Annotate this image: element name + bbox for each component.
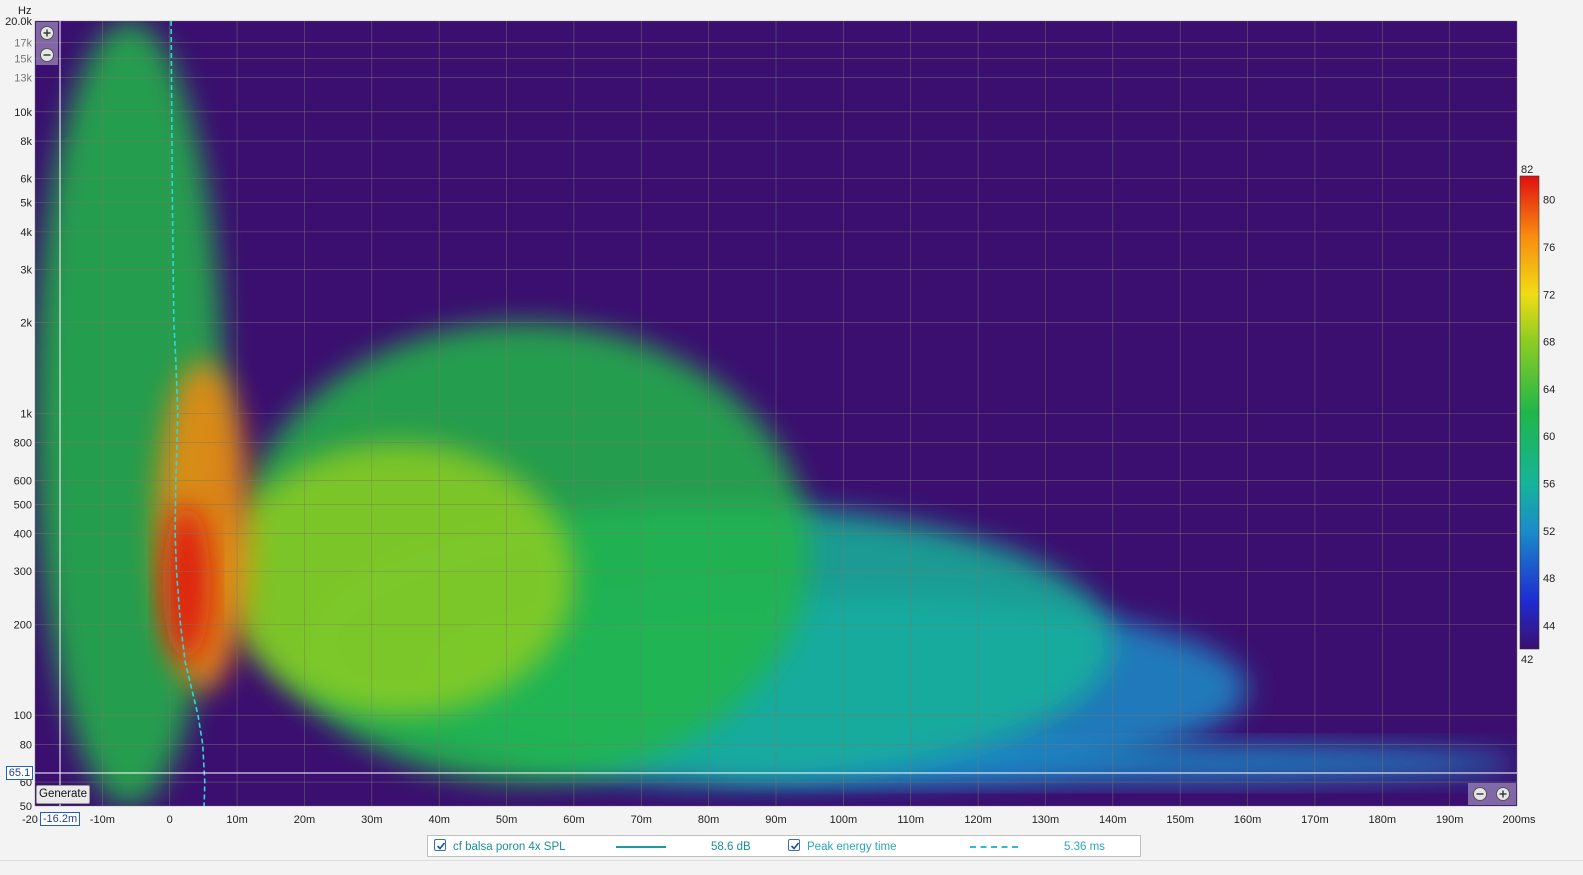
x-tick-label: 10m (226, 814, 247, 826)
x-tick-label: -10m (90, 814, 115, 826)
colorbar-tick-label: 44 (1543, 620, 1555, 632)
zoom-out-horizontal-button[interactable] (1473, 787, 1487, 801)
y-tick-label: 400 (14, 529, 32, 541)
colorbar-tick-label: 42 (1521, 654, 1533, 666)
y-tick-label: 1k (20, 409, 32, 421)
x-tick-label: 60m (563, 814, 584, 826)
y-tick-label: 10k (14, 107, 32, 119)
series-1-value: 58.6 dB (711, 841, 751, 853)
colorbar: 42 44 48 52 56 60 64 68 72 76 80 82 (1519, 164, 1555, 666)
colorbar-tick-label: 72 (1543, 289, 1555, 301)
generate-button[interactable]: Generate (36, 785, 90, 804)
y-tick-label: 2k (20, 318, 32, 330)
series-2-checkbox[interactable] (788, 839, 800, 851)
colorbar-tick-label: 52 (1543, 526, 1555, 538)
y-tick-label: 8k (20, 136, 32, 148)
x-tick-label: 90m (765, 814, 786, 826)
x-tick-label: 70m (631, 814, 652, 826)
x-tick-label: 200ms (1502, 814, 1536, 826)
colorbar-tick-label: 80 (1543, 195, 1555, 207)
zoom-in-horizontal-button[interactable] (1496, 787, 1510, 801)
zoom-in-vertical-button[interactable] (40, 26, 54, 40)
x-tick-label: 30m (361, 814, 382, 826)
status-bar (0, 860, 1583, 875)
x-tick-label: 190m (1436, 814, 1464, 826)
zoom-panel-vertical (36, 22, 58, 65)
colorbar-tick-label: 64 (1543, 384, 1555, 396)
y-axis-unit-label: Hz (18, 5, 31, 17)
y-tick-label: 6k (20, 174, 32, 186)
series-1-line-sample (616, 846, 666, 848)
series-2-value: 5.36 ms (1064, 841, 1105, 853)
series-2-label: Peak energy time (807, 841, 897, 853)
y-tick-label: 50 (20, 801, 32, 813)
x-tick-label: 100m (830, 814, 858, 826)
y-axis-ticks: 20.0k 17k 15k 13k 10k 8k 6k 5k 4k 3k 2k 1k 800 600 500… (5, 16, 32, 813)
zoom-out-vertical-button[interactable] (40, 48, 54, 62)
y-tick-label: 17k (14, 37, 32, 49)
x-tick-label: 110m (897, 814, 924, 826)
y-tick-label: 200 (14, 619, 32, 631)
legend: cf balsa poron 4x SPL 58.6 dB Peak energ… (427, 835, 1141, 857)
x-tick-label: 160m (1234, 814, 1262, 826)
x-tick-label: 0 (167, 814, 173, 826)
y-tick-label: 5k (20, 198, 32, 210)
y-tick-label: 800 (14, 438, 32, 450)
checkmark-icon (436, 842, 446, 850)
colorbar-tick-label: 82 (1521, 164, 1533, 176)
colorbar-tick-label: 76 (1543, 242, 1555, 254)
x-tick-label: -20 (22, 814, 38, 826)
x-tick-label: 120m (964, 814, 992, 826)
colorbar-tick-label: 68 (1543, 337, 1555, 349)
y-tick-label: 20.0k (5, 16, 32, 28)
zoom-panel-horizontal (1468, 783, 1516, 805)
cursor-y-readout: 65.1 (6, 766, 33, 780)
checkmark-icon (790, 842, 800, 850)
spectrogram-chart: -20 -10m 0 10m 20m 30m 40m 50m 60m 70m 80m 90m 100m 1… (5, 5, 1555, 826)
y-tick-label: 300 (14, 566, 32, 578)
x-tick-label: 50m (496, 814, 517, 826)
series-1-checkbox[interactable] (434, 839, 446, 851)
series-1-label: cf balsa poron 4x SPL (453, 841, 566, 853)
colorbar-tick-label: 48 (1543, 573, 1555, 585)
colorbar-gradient (1519, 175, 1540, 650)
colorbar-tick-label: 56 (1543, 478, 1555, 490)
y-tick-label: 3k (20, 265, 32, 277)
heat-region (162, 504, 211, 663)
heat-region (223, 442, 574, 716)
y-tick-label: 15k (14, 54, 32, 66)
x-axis-ticks: -20 -10m 0 10m 20m 30m 40m 50m 60m 70m 80m 90m 100m 1… (22, 814, 1536, 826)
y-tick-label: 100 (14, 710, 32, 722)
x-tick-label: 40m (428, 814, 449, 826)
x-tick-label: 130m (1032, 814, 1060, 826)
y-tick-label: 4k (20, 227, 32, 239)
x-tick-label: 20m (294, 814, 315, 826)
x-tick-label: 170m (1301, 814, 1329, 826)
cursor-x-readout: -16.2m (40, 812, 80, 826)
x-tick-label: 140m (1099, 814, 1127, 826)
x-tick-label: 180m (1369, 814, 1397, 826)
y-tick-label: 600 (14, 475, 32, 487)
y-tick-label: 500 (14, 499, 32, 511)
colorbar-tick-label: 60 (1543, 431, 1555, 443)
series-2-line-sample (970, 846, 1018, 848)
y-tick-label: 13k (14, 72, 32, 84)
x-tick-label: 150m (1166, 814, 1194, 826)
x-tick-label: 80m (698, 814, 719, 826)
y-tick-label: 80 (20, 739, 32, 751)
